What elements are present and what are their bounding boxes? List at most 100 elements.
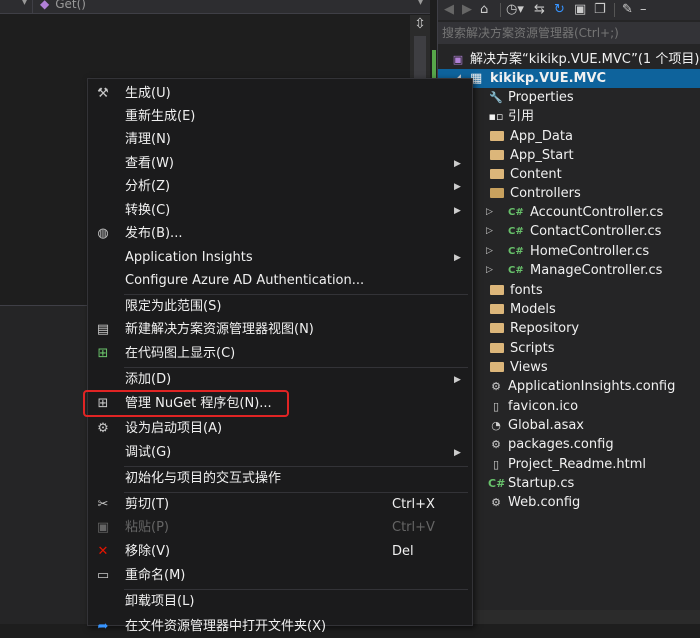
tree-item-references[interactable]: ▪▫ 引用 xyxy=(488,107,534,126)
submenu-arrow-icon: ▶ xyxy=(454,159,461,169)
folder-open-icon xyxy=(490,187,504,198)
split-window-icon[interactable]: ⇳ xyxy=(413,17,427,31)
menu-item-remove[interactable]: ✕ 移除(V) Del xyxy=(88,541,472,563)
tree-item-models[interactable]: Models xyxy=(490,300,556,319)
history-icon[interactable]: ◷▾ xyxy=(506,1,524,19)
copy-icon[interactable]: ❐ xyxy=(594,1,606,19)
tree-item-global-asax[interactable]: ◔ Global.asax xyxy=(488,416,584,435)
explorer-horizontal-scrollbar[interactable] xyxy=(438,610,700,624)
menu-item-rebuild[interactable]: 重新生成(E) xyxy=(88,106,472,128)
tree-item-controllers[interactable]: Controllers xyxy=(490,184,581,203)
menu-label: 清理(N) xyxy=(125,132,171,147)
solution-explorer-toolbar: ◀ ▶ ⌂ ◷▾ ⇆ ↻ ▣ ❐ ✎ – xyxy=(438,0,700,20)
member-dropdown[interactable]: ◆ Get() xyxy=(40,0,86,11)
tree-item-label: Content xyxy=(510,167,562,182)
menu-label: 发布(B)... xyxy=(125,226,183,241)
tree-item-readme[interactable]: ▯ Project_Readme.html xyxy=(488,455,646,474)
tree-item-label: Web.config xyxy=(508,495,581,510)
tree-solution[interactable]: ▣ 解决方案“kikikp.VUE.MVC”(1 个项目) xyxy=(450,50,700,69)
context-menu: ⚒ 生成(U) 重新生成(E) 清理(N) 查看(W) ▶ 分析(Z) ▶ 转换(C)… xyxy=(87,78,473,634)
menu-item-unload[interactable]: 卸载项目(L) xyxy=(88,591,472,613)
menu-item-azure-ad[interactable]: Configure Azure AD Authentication... xyxy=(88,270,472,292)
menu-item-publish[interactable]: ◍ 发布(B)... xyxy=(88,223,472,245)
chevron-down-icon: ▾ xyxy=(22,0,28,8)
menu-label: 重新生成(E) xyxy=(125,109,196,124)
menu-item-scope[interactable]: 限定为此范围(S) xyxy=(88,296,472,318)
tree-item-label: Scripts xyxy=(510,341,555,356)
wrench-icon: 🔧 xyxy=(489,91,503,104)
menu-item-convert[interactable]: 转换(C) ▶ xyxy=(88,200,472,222)
expand-arrow-icon[interactable]: ▷ xyxy=(486,222,493,241)
folder-icon xyxy=(490,361,504,372)
tree-project[interactable]: ◢ ▦ kikikp.VUE.MVC xyxy=(438,69,700,88)
tree-item-label: ApplicationInsights.config xyxy=(508,379,676,394)
expand-arrow-icon[interactable]: ▷ xyxy=(486,261,493,280)
submenu-arrow-icon: ▶ xyxy=(454,253,461,263)
menu-label: 卸载项目(L) xyxy=(125,594,195,609)
editor-navigation-bar: ▾ ◆ Get() ▾ xyxy=(0,0,430,14)
menu-item-paste[interactable]: ▣ 粘贴(P) Ctrl+V xyxy=(88,517,472,539)
tree-item-content[interactable]: Content xyxy=(490,165,562,184)
refresh-icon[interactable]: ↻ xyxy=(554,1,565,19)
tree-item-startup[interactable]: C# Startup.cs xyxy=(488,474,574,493)
open-folder-icon: ➦ xyxy=(97,619,109,634)
menu-separator xyxy=(124,492,468,493)
folder-icon xyxy=(490,168,504,179)
menu-item-add[interactable]: 添加(D) ▶ xyxy=(88,369,472,391)
menu-label: Configure Azure AD Authentication... xyxy=(125,273,365,288)
home-icon[interactable]: ⌂ xyxy=(480,1,488,19)
tree-item-web-config[interactable]: ⚙ Web.config xyxy=(488,493,580,512)
menu-item-new-view[interactable]: ▤ 新建解决方案资源管理器视图(N) xyxy=(88,319,472,341)
menu-item-clean[interactable]: 清理(N) xyxy=(88,129,472,151)
menu-item-app-insights[interactable]: Application Insights ▶ xyxy=(88,247,472,269)
menu-item-analyze[interactable]: 分析(Z) ▶ xyxy=(88,176,472,198)
sync-icon[interactable]: ⇆ xyxy=(534,1,545,19)
tree-item-favicon[interactable]: ▯ favicon.ico xyxy=(488,397,578,416)
more-icon[interactable]: – xyxy=(640,1,647,19)
menu-item-cut[interactable]: ✂ 剪切(T) Ctrl+X xyxy=(88,494,472,516)
expand-arrow-icon[interactable]: ▷ xyxy=(486,203,493,222)
menu-item-build[interactable]: ⚒ 生成(U) xyxy=(88,83,472,105)
search-input[interactable] xyxy=(442,24,692,42)
solution-label: 解决方案“kikikp.VUE.MVC”(1 个项目) xyxy=(470,52,700,67)
tree-item-scripts[interactable]: Scripts xyxy=(490,339,554,358)
submenu-arrow-icon: ▶ xyxy=(454,182,461,192)
menu-item-debug[interactable]: 调试(G) ▶ xyxy=(88,442,472,464)
menu-item-interactive[interactable]: 初始化与项目的交互式操作 xyxy=(88,468,472,490)
menu-separator xyxy=(124,466,468,467)
tree-item-label: fonts xyxy=(510,283,543,298)
menu-item-view[interactable]: 查看(W) ▶ xyxy=(88,153,472,175)
tree-item-label: Properties xyxy=(508,90,574,105)
method-icon: ◆ xyxy=(40,0,50,11)
expand-arrow-icon[interactable]: ▷ xyxy=(486,242,493,261)
tree-item-app-data[interactable]: App_Data xyxy=(490,127,573,146)
code-map-icon: ⊞ xyxy=(97,346,109,361)
tree-item-views[interactable]: Views xyxy=(490,358,548,377)
build-icon: ⚒ xyxy=(97,86,109,101)
tree-item-app-start[interactable]: App_Start xyxy=(490,146,574,165)
tree-item-packages-config[interactable]: ⚙ packages.config xyxy=(488,435,614,454)
tree-item-appinsights-config[interactable]: ⚙ ApplicationInsights.config xyxy=(488,377,675,396)
tree-item-label: HomeController.cs xyxy=(530,244,650,259)
menu-shortcut: Ctrl+V xyxy=(392,520,435,535)
config-file-icon: ⚙ xyxy=(491,496,501,509)
tree-item-repository[interactable]: Repository xyxy=(490,319,579,338)
tree-item-properties[interactable]: 🔧 Properties xyxy=(488,88,574,107)
menu-item-open-folder[interactable]: ➦ 在文件资源管理器中打开文件夹(X) xyxy=(88,616,472,638)
tree-item-label: Repository xyxy=(510,321,580,336)
folder-icon xyxy=(490,130,504,141)
back-icon[interactable]: ◀ xyxy=(444,1,454,19)
type-dropdown[interactable]: ▾ xyxy=(0,0,33,13)
forward-icon[interactable]: ▶ xyxy=(462,1,472,19)
collapse-icon[interactable]: ▣ xyxy=(574,1,586,19)
menu-item-set-startup[interactable]: ⚙ 设为启动项目(A) xyxy=(88,418,472,440)
submenu-arrow-icon: ▶ xyxy=(454,375,461,385)
chevron-down-icon[interactable]: ▾ xyxy=(418,0,423,8)
solution-icon: ▣ xyxy=(452,53,464,66)
tree-item-fonts[interactable]: fonts xyxy=(490,281,543,300)
search-box[interactable] xyxy=(438,22,700,44)
menu-item-rename[interactable]: ▭ 重命名(M) xyxy=(88,565,472,587)
csharp-file-icon: C# xyxy=(508,226,524,237)
properties-icon[interactable]: ✎ xyxy=(622,1,633,19)
menu-item-code-map[interactable]: ⊞ 在代码图上显示(C) xyxy=(88,343,472,365)
